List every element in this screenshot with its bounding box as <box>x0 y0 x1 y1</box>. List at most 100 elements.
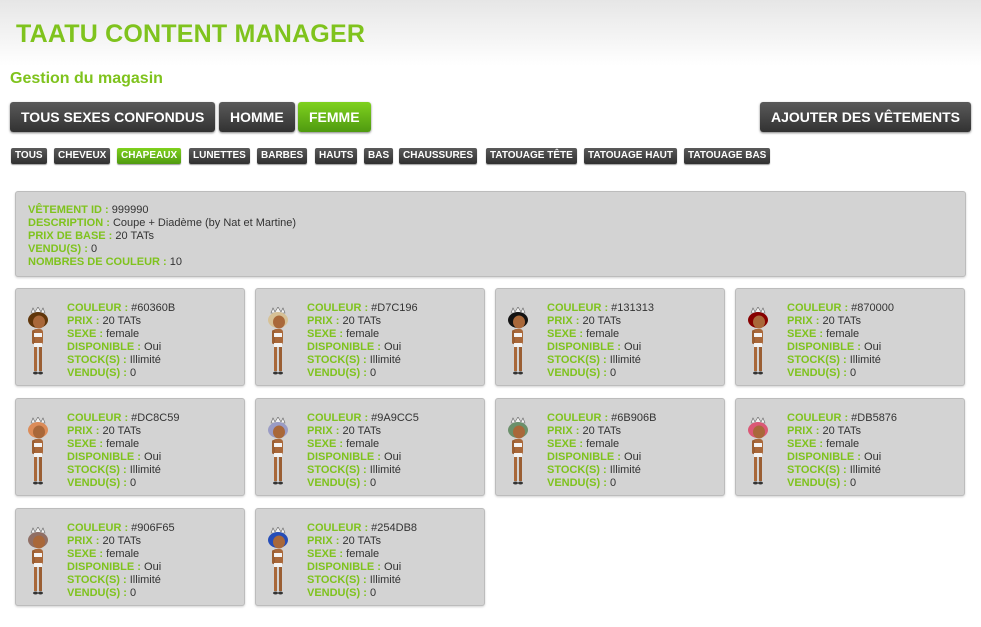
variant-price-value: 20 TATs <box>102 315 141 327</box>
variant-price-label: PRIX : <box>787 425 820 437</box>
variant-stock-label: STOCK(S) : <box>67 354 127 366</box>
variant-sex-label: SEXE : <box>787 438 824 450</box>
item-description-value: Coupe + Diadème (by Nat et Martine) <box>112 217 297 229</box>
avatar-icon <box>268 527 288 595</box>
item-description-label: DESCRIPTION : <box>28 217 110 229</box>
variant-card[interactable]: COULEUR : #906F65 PRIX : 20 TATs SEXE : fe… <box>15 508 245 606</box>
variant-price-value: 20 TATs <box>582 315 621 327</box>
variant-stock-value: Illimité <box>129 464 161 476</box>
variant-sex-label: SEXE : <box>547 328 584 340</box>
variant-color-label: COULEUR : <box>787 412 849 424</box>
variant-available-label: DISPONIBLE : <box>67 341 141 353</box>
variant-sex-value: female <box>586 438 620 450</box>
variant-color-value: #D7C196 <box>371 302 418 314</box>
variant-sex-label: SEXE : <box>67 438 104 450</box>
category-tous-button[interactable]: TOUS <box>11 148 47 164</box>
item-id-label: VÊTEMENT ID : <box>28 204 109 216</box>
avatar-icon <box>28 307 48 375</box>
variant-available-label: DISPONIBLE : <box>307 451 381 463</box>
avatar-icon <box>268 307 288 375</box>
variant-color-value: #870000 <box>851 302 894 314</box>
avatar-icon <box>28 527 48 595</box>
variant-sold-value: 0 <box>609 477 617 489</box>
variant-sex-value: female <box>826 438 860 450</box>
variant-card[interactable]: COULEUR : #DC8C59 PRIX : 20 TATs SEXE : fe… <box>15 398 245 496</box>
variant-color-value: #60360B <box>131 302 176 314</box>
variant-card[interactable]: COULEUR : #254DB8 PRIX : 20 TATs SEXE : fe… <box>255 508 485 606</box>
variant-card[interactable]: COULEUR : #131313 PRIX : 20 TATs SEXE : fe… <box>495 288 725 386</box>
variant-color-value: #906F65 <box>131 522 175 534</box>
variant-card[interactable]: COULEUR : #6B906B PRIX : 20 TATs SEXE : fe… <box>495 398 725 496</box>
variant-color-label: COULEUR : <box>787 302 849 314</box>
add-clothes-button[interactable]: AJOUTER DES VÊTEMENTS <box>759 102 971 132</box>
variant-stock-value: Illimité <box>849 354 881 366</box>
variant-available-value: Oui <box>144 341 162 353</box>
variant-stock-value: Illimité <box>369 574 401 586</box>
variant-available-label: DISPONIBLE : <box>787 341 861 353</box>
variant-price-label: PRIX : <box>787 315 820 327</box>
variant-sex-value: female <box>346 438 380 450</box>
variant-price-value: 20 TATs <box>102 535 141 547</box>
category-tatouage-bas-button[interactable]: TATOUAGE BAS <box>684 148 771 164</box>
variant-available-value: Oui <box>624 451 642 463</box>
variant-price-label: PRIX : <box>67 315 100 327</box>
variant-sex-value: female <box>106 548 140 560</box>
item-sold-label: VENDU(S) : <box>28 243 88 255</box>
variant-sold-value: 0 <box>849 367 857 379</box>
variant-available-value: Oui <box>384 341 402 353</box>
item-id-value: 999990 <box>111 204 149 216</box>
variant-stock-label: STOCK(S) : <box>787 354 847 366</box>
variant-color-value: #DB5876 <box>851 412 898 424</box>
avatar-icon <box>508 307 528 375</box>
category-tatouage-haut-button[interactable]: TATOUAGE HAUT <box>584 148 677 164</box>
variant-sex-label: SEXE : <box>547 438 584 450</box>
category-tatouage-tete-button[interactable]: TATOUAGE TÊTE <box>486 148 577 164</box>
variant-stock-value: Illimité <box>129 354 161 366</box>
variant-available-label: DISPONIBLE : <box>547 451 621 463</box>
variant-available-value: Oui <box>624 341 642 353</box>
variant-sex-value: female <box>586 328 620 340</box>
avatar-icon <box>508 417 528 485</box>
app-title: TAATU CONTENT MANAGER <box>16 20 366 48</box>
variant-sold-value: 0 <box>609 367 617 379</box>
category-chapeaux-button[interactable]: CHAPEAUX <box>117 148 182 164</box>
item-price-value: 20 TATs <box>115 230 154 242</box>
variant-card[interactable]: COULEUR : #9A9CC5 PRIX : 20 TATs SEXE : fe… <box>255 398 485 496</box>
variant-sold-label: VENDU(S) : <box>67 587 127 599</box>
variant-sex-label: SEXE : <box>67 548 104 560</box>
variant-available-value: Oui <box>384 451 402 463</box>
variant-sold-label: VENDU(S) : <box>787 367 847 379</box>
variant-available-value: Oui <box>144 451 162 463</box>
variant-card[interactable]: COULEUR : #D7C196 PRIX : 20 TATs SEXE : fe… <box>255 288 485 386</box>
category-lunettes-button[interactable]: LUNETTES <box>189 148 250 164</box>
variant-sex-value: female <box>106 438 140 450</box>
variant-card[interactable]: COULEUR : #60360B PRIX : 20 TATs SEXE : fe… <box>15 288 245 386</box>
variant-stock-label: STOCK(S) : <box>307 354 367 366</box>
page-subtitle: Gestion du magasin <box>10 70 163 87</box>
avatar-icon <box>268 417 288 485</box>
variant-stock-label: STOCK(S) : <box>307 464 367 476</box>
category-barbes-button[interactable]: BARBES <box>257 148 308 164</box>
category-cheveux-button[interactable]: CHEVEUX <box>54 148 111 164</box>
variant-price-value: 20 TATs <box>342 535 381 547</box>
variant-sold-label: VENDU(S) : <box>307 477 367 489</box>
filter-homme-button[interactable]: HOMME <box>219 102 295 132</box>
variant-available-label: DISPONIBLE : <box>547 341 621 353</box>
variant-sold-value: 0 <box>129 587 137 599</box>
category-bas-button[interactable]: BAS <box>364 148 394 164</box>
avatar-icon <box>748 417 768 485</box>
variant-card[interactable]: COULEUR : #DB5876 PRIX : 20 TATs SEXE : fe… <box>735 398 965 496</box>
avatar-icon <box>28 417 48 485</box>
category-hauts-button[interactable]: HAUTS <box>315 148 358 164</box>
variant-color-value: #6B906B <box>611 412 657 424</box>
variant-available-value: Oui <box>864 451 882 463</box>
variant-sex-value: female <box>826 328 860 340</box>
variant-price-value: 20 TATs <box>342 315 381 327</box>
category-chaussures-button[interactable]: CHAUSSURES <box>399 148 478 164</box>
variant-color-label: COULEUR : <box>307 412 369 424</box>
variant-color-label: COULEUR : <box>67 412 129 424</box>
filter-femme-button[interactable]: FEMME <box>298 102 371 132</box>
variant-price-value: 20 TATs <box>102 425 141 437</box>
variant-card[interactable]: COULEUR : #870000 PRIX : 20 TATs SEXE : fe… <box>735 288 965 386</box>
filter-all-sexes-button[interactable]: TOUS SEXES CONFONDUS <box>10 102 216 132</box>
